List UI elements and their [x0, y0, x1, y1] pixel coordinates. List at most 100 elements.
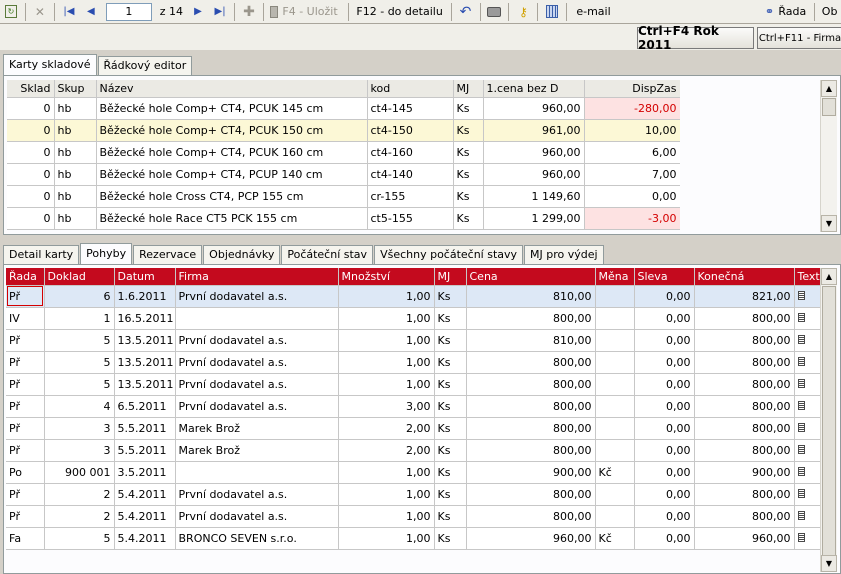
- stock-row[interactable]: 0 hb Běžecké hole Comp+ CT4, PCUK 160 cm ct…: [7, 141, 681, 164]
- rada-cell[interactable]: Po: [6, 461, 45, 484]
- doklad-cell[interactable]: 5: [44, 373, 115, 396]
- key-button[interactable]: ⚷: [512, 1, 534, 23]
- cena-cell[interactable]: 800,00: [466, 417, 596, 440]
- cena-cell[interactable]: 800,00: [466, 505, 596, 528]
- dispzas-cell[interactable]: 10,00: [584, 119, 681, 142]
- mj-cell[interactable]: Ks: [434, 351, 467, 374]
- nazev-cell[interactable]: Běžecké hole Comp+ CT4, PCUP 140 cm: [96, 163, 368, 186]
- datum-cell[interactable]: 13.5.2011: [114, 373, 176, 396]
- email-button[interactable]: e-mail: [570, 1, 616, 23]
- mnozstvi-cell[interactable]: 1,00: [338, 285, 435, 308]
- rada-cell[interactable]: Př: [6, 483, 45, 506]
- note-icon[interactable]: [797, 290, 805, 300]
- tab-mj-pro-vydej[interactable]: MJ pro výdej: [524, 245, 604, 264]
- nazev-cell[interactable]: Běžecké hole Race CT5 PCK 155 cm: [96, 207, 368, 230]
- kod-cell[interactable]: ct4-140: [367, 163, 454, 186]
- col-doklad[interactable]: Doklad: [44, 268, 115, 286]
- doklad-cell[interactable]: 6: [44, 285, 115, 308]
- prev-page-button[interactable]: ◀: [80, 1, 102, 23]
- movement-row[interactable]: Př 5 13.5.2011 První dodavatel a.s. 1,00 Ks 80…: [6, 351, 821, 374]
- datum-cell[interactable]: 16.5.2011: [114, 307, 176, 330]
- datum-cell[interactable]: 5.4.2011: [114, 527, 176, 550]
- nazev-cell[interactable]: Běžecké hole Comp+ CT4, PCUK 150 cm: [96, 119, 368, 142]
- mnozstvi-cell[interactable]: 1,00: [338, 351, 435, 374]
- konecna-cell[interactable]: 821,00: [694, 285, 795, 308]
- col-skup[interactable]: Skup: [54, 80, 97, 98]
- text-cell[interactable]: [794, 351, 821, 374]
- mena-cell[interactable]: [595, 439, 635, 462]
- sklad-cell[interactable]: 0: [7, 97, 55, 120]
- sleva-cell[interactable]: 0,00: [634, 285, 695, 308]
- movement-row[interactable]: Př 3 5.5.2011 Marek Brož 2,00 Ks 800,00 0,00 800…: [6, 417, 821, 440]
- rada-cell[interactable]: Př: [6, 439, 45, 462]
- konecna-cell[interactable]: 800,00: [694, 505, 795, 528]
- calculator-button[interactable]: [541, 1, 563, 23]
- col-text[interactable]: Text: [794, 268, 821, 286]
- tab-rezervace[interactable]: Rezervace: [133, 245, 203, 264]
- konecna-cell[interactable]: 800,00: [694, 483, 795, 506]
- nazev-cell[interactable]: Běžecké hole Comp+ CT4, PCUK 145 cm: [96, 97, 368, 120]
- rada-cell[interactable]: Př: [6, 351, 45, 374]
- movement-row[interactable]: Př 5 13.5.2011 První dodavatel a.s. 1,00 Ks 80…: [6, 373, 821, 396]
- firma-cell[interactable]: [175, 307, 339, 330]
- konecna-cell[interactable]: 800,00: [694, 351, 795, 374]
- print-button[interactable]: [483, 1, 505, 23]
- text-cell[interactable]: [794, 329, 821, 352]
- cena-cell[interactable]: 960,00: [483, 163, 585, 186]
- firma-button[interactable]: Ctrl+F11 - Firma: [757, 27, 841, 49]
- text-cell[interactable]: [794, 505, 821, 528]
- movement-row[interactable]: Po 900 001 3.5.2011 1,00 Ks 900,00 Kč 0,00 900,0…: [6, 461, 821, 484]
- note-icon[interactable]: [797, 532, 805, 542]
- sleva-cell[interactable]: 0,00: [634, 329, 695, 352]
- stock-row[interactable]: 0 hb Běžecké hole Comp+ CT4, PCUK 145 cm ct…: [7, 97, 681, 120]
- sklad-cell[interactable]: 0: [7, 207, 55, 230]
- cena-cell[interactable]: 810,00: [466, 285, 596, 308]
- mena-cell[interactable]: Kč: [595, 461, 635, 484]
- text-cell[interactable]: [794, 461, 821, 484]
- text-cell[interactable]: [794, 483, 821, 506]
- datum-cell[interactable]: 3.5.2011: [114, 461, 176, 484]
- mnozstvi-cell[interactable]: 3,00: [338, 395, 435, 418]
- mena-cell[interactable]: [595, 395, 635, 418]
- scroll-down-icon[interactable]: ▼: [821, 555, 837, 572]
- col-mj[interactable]: MJ: [453, 80, 484, 98]
- stock-row[interactable]: 0 hb Běžecké hole Race CT5 PCK 155 cm ct5-1…: [7, 207, 681, 230]
- mena-cell[interactable]: [595, 351, 635, 374]
- mena-cell[interactable]: [595, 373, 635, 396]
- konecna-cell[interactable]: 800,00: [694, 439, 795, 462]
- doklad-cell[interactable]: 2: [44, 505, 115, 528]
- sleva-cell[interactable]: 0,00: [634, 439, 695, 462]
- cena-cell[interactable]: 800,00: [466, 307, 596, 330]
- tab-vsechny-pocatecni-stavy[interactable]: Všechny počáteční stavy: [374, 245, 524, 264]
- datum-cell[interactable]: 6.5.2011: [114, 395, 176, 418]
- cena-cell[interactable]: 800,00: [466, 373, 596, 396]
- col-rada[interactable]: Řada: [6, 268, 45, 286]
- skup-cell[interactable]: hb: [54, 97, 97, 120]
- movement-row[interactable]: IV 1 16.5.2011 1,00 Ks 800,00 0,00 800,00: [6, 307, 821, 330]
- col-datum[interactable]: Datum: [114, 268, 176, 286]
- text-cell[interactable]: [794, 439, 821, 462]
- skup-cell[interactable]: hb: [54, 119, 97, 142]
- konecna-cell[interactable]: 800,00: [694, 395, 795, 418]
- skup-cell[interactable]: hb: [54, 141, 97, 164]
- dispzas-cell[interactable]: 6,00: [584, 141, 681, 164]
- doklad-cell[interactable]: 1: [44, 307, 115, 330]
- mena-cell[interactable]: [595, 307, 635, 330]
- cena-cell[interactable]: 810,00: [466, 329, 596, 352]
- mnozstvi-cell[interactable]: 1,00: [338, 483, 435, 506]
- dispzas-cell[interactable]: 0,00: [584, 185, 681, 208]
- mnozstvi-cell[interactable]: 1,00: [338, 307, 435, 330]
- firma-cell[interactable]: První dodavatel a.s.: [175, 505, 339, 528]
- movement-row[interactable]: Př 6 1.6.2011 První dodavatel a.s. 1,00 Ks 810…: [6, 285, 821, 308]
- skup-cell[interactable]: hb: [54, 163, 97, 186]
- movement-row[interactable]: Př 2 5.4.2011 První dodavatel a.s. 1,00 Ks 800…: [6, 483, 821, 506]
- movement-row[interactable]: Fa 5 5.4.2011 BRONCO SEVEN s.r.o. 1,00 Ks 960,…: [6, 527, 821, 550]
- cena-cell[interactable]: 800,00: [466, 351, 596, 374]
- col-mena[interactable]: Měna: [595, 268, 635, 286]
- note-icon[interactable]: [797, 356, 805, 366]
- stock-row[interactable]: 0 hb Běžecké hole Cross CT4, PCP 155 cm cr-…: [7, 185, 681, 208]
- mena-cell[interactable]: [595, 483, 635, 506]
- cena-cell[interactable]: 900,00: [466, 461, 596, 484]
- cena-cell[interactable]: 961,00: [483, 119, 585, 142]
- sklad-cell[interactable]: 0: [7, 163, 55, 186]
